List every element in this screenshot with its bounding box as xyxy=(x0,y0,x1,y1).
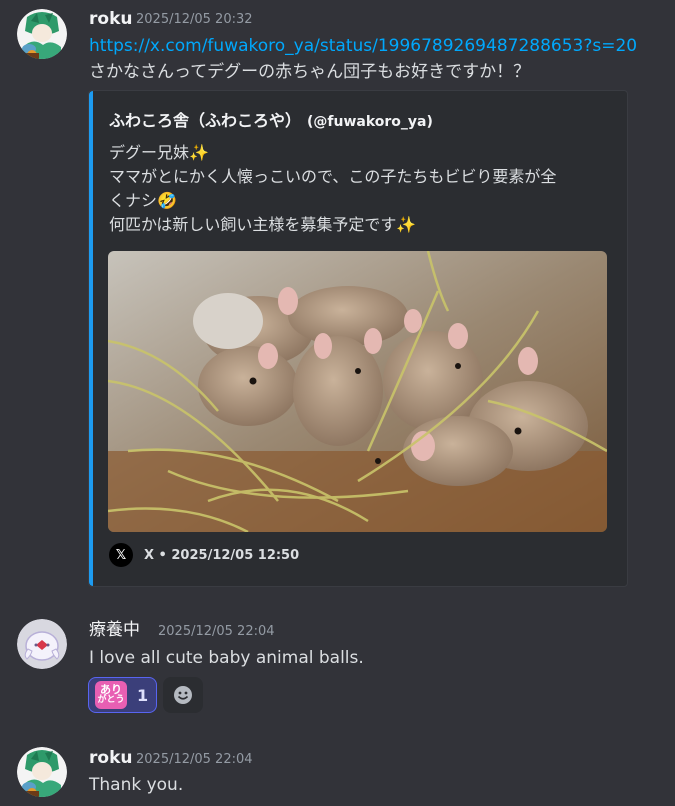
link-embed: ふわころ舎（ふわころや） (@fuwakoro_ya) デグー兄妹✨ ママがとにか… xyxy=(88,90,628,587)
username[interactable]: roku xyxy=(89,748,132,768)
message-text: I love all cute baby animal balls. xyxy=(89,648,364,668)
embed-desc-line: ママがとにかく人懐っこいので、この子たちもビビり要素が全 xyxy=(109,167,557,186)
embed-desc-line: 何匹かは新しい飼い主様を募集予定です✨ xyxy=(109,215,417,234)
user-avatar[interactable] xyxy=(17,747,67,797)
username[interactable]: 療養中 xyxy=(89,620,140,640)
reaction-count: 1 xyxy=(137,685,149,705)
user-avatar[interactable] xyxy=(17,619,67,669)
embed-author[interactable]: ふわころ舎（ふわころや） (@fuwakoro_ya) xyxy=(109,107,433,131)
message-text: Thank you. xyxy=(89,775,184,795)
embed-desc-line: くナシ🤣 xyxy=(109,191,177,210)
timestamp[interactable]: 2025/12/05 20:32 xyxy=(136,10,253,30)
emoji-text-line1: あり xyxy=(100,683,122,696)
embed-footer: 𝕏 X • 2025/12/05 12:50 xyxy=(109,543,299,567)
embed-image[interactable] xyxy=(108,251,607,532)
embed-footer-text: X • 2025/12/05 12:50 xyxy=(144,547,300,563)
embed-description: デグー兄妹✨ ママがとにかく人懐っこいので、この子たちもビビり要素が全 くナシ🤣… xyxy=(109,141,609,237)
reaction-arigatou[interactable]: あり がとう 1 xyxy=(88,677,158,713)
x-logo-icon: 𝕏 xyxy=(109,543,133,567)
user-avatar[interactable] xyxy=(17,9,67,59)
add-reaction-icon xyxy=(174,686,193,704)
embed-author-handle[interactable]: (@fuwakoro_ya) xyxy=(307,114,433,130)
tweet-link[interactable]: https://x.com/fuwakoro_ya/status/1996789… xyxy=(89,36,637,56)
message-link-line: https://x.com/fuwakoro_ya/status/1996789… xyxy=(89,34,637,58)
embed-accent-bar xyxy=(89,91,93,586)
timestamp[interactable]: 2025/12/05 22:04 xyxy=(158,622,275,642)
message-text: さかなさんってデグーの赤ちゃん団子もお好きですか！？ xyxy=(89,62,531,82)
embed-author-name[interactable]: ふわころ舎（ふわころや） xyxy=(109,111,301,130)
timestamp[interactable]: 2025/12/05 22:04 xyxy=(136,750,253,770)
embed-desc-line: デグー兄妹✨ xyxy=(109,143,209,162)
add-reaction-button[interactable] xyxy=(163,677,204,713)
reactions-bar: あり がとう 1 xyxy=(88,677,204,713)
username[interactable]: roku xyxy=(89,9,132,29)
emoji-text-line2: がとう xyxy=(97,695,125,705)
arigatou-emoji-icon: あり がとう xyxy=(95,681,127,709)
